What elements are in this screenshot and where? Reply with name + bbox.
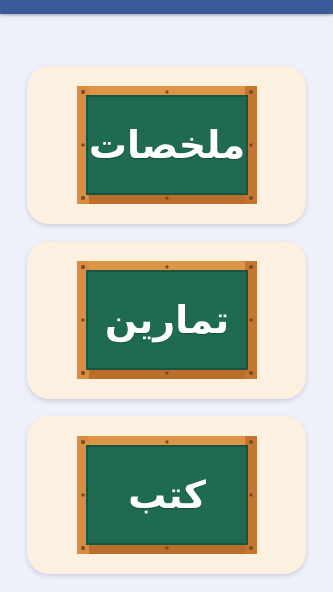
books-label: كتب (128, 473, 206, 517)
summaries-label: ملخصات (88, 123, 246, 167)
exercises-card-button[interactable]: تمارين (27, 241, 306, 399)
app-bar (0, 0, 333, 14)
chalkboard-icon: كتب (73, 432, 261, 558)
summaries-card-button[interactable]: ملخصات (27, 66, 306, 224)
chalkboard-icon: تمارين (73, 257, 261, 383)
books-card-button[interactable]: كتب (27, 416, 306, 574)
chalkboard-icon: ملخصات (73, 82, 261, 208)
exercises-label: تمارين (104, 298, 230, 342)
